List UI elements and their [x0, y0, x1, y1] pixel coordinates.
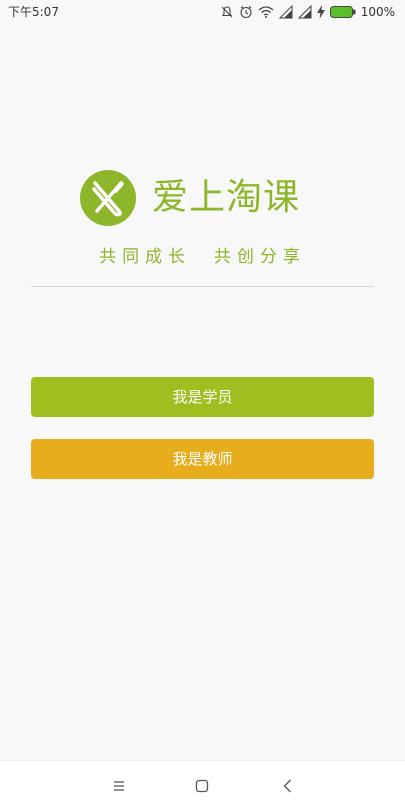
- menu-icon[interactable]: [107, 774, 131, 798]
- status-bar: 下午5:07 100%: [0, 0, 405, 24]
- status-time: 下午5:07: [8, 5, 59, 19]
- battery-percentage: 100%: [360, 5, 395, 19]
- home-icon[interactable]: [190, 774, 214, 798]
- back-icon[interactable]: [276, 774, 300, 798]
- battery-icon: [329, 6, 356, 18]
- status-icons: 100%: [220, 3, 395, 21]
- brand-name: 爱上淘课: [152, 177, 301, 218]
- wifi-icon: [258, 6, 274, 18]
- mute-icon: [221, 6, 233, 18]
- alarm-icon: [240, 6, 252, 19]
- signal-icon: [297, 5, 312, 19]
- student-button[interactable]: 我是学员: [31, 377, 374, 417]
- teacher-button[interactable]: 我是教师: [31, 439, 374, 479]
- navigation-bar: [0, 760, 405, 811]
- charging-icon: [316, 5, 325, 19]
- signal-icon: [278, 5, 293, 19]
- cross-logo-icon: [80, 170, 136, 226]
- divider: [31, 286, 374, 287]
- slogan: 共同成长 共创分享: [99, 247, 306, 267]
